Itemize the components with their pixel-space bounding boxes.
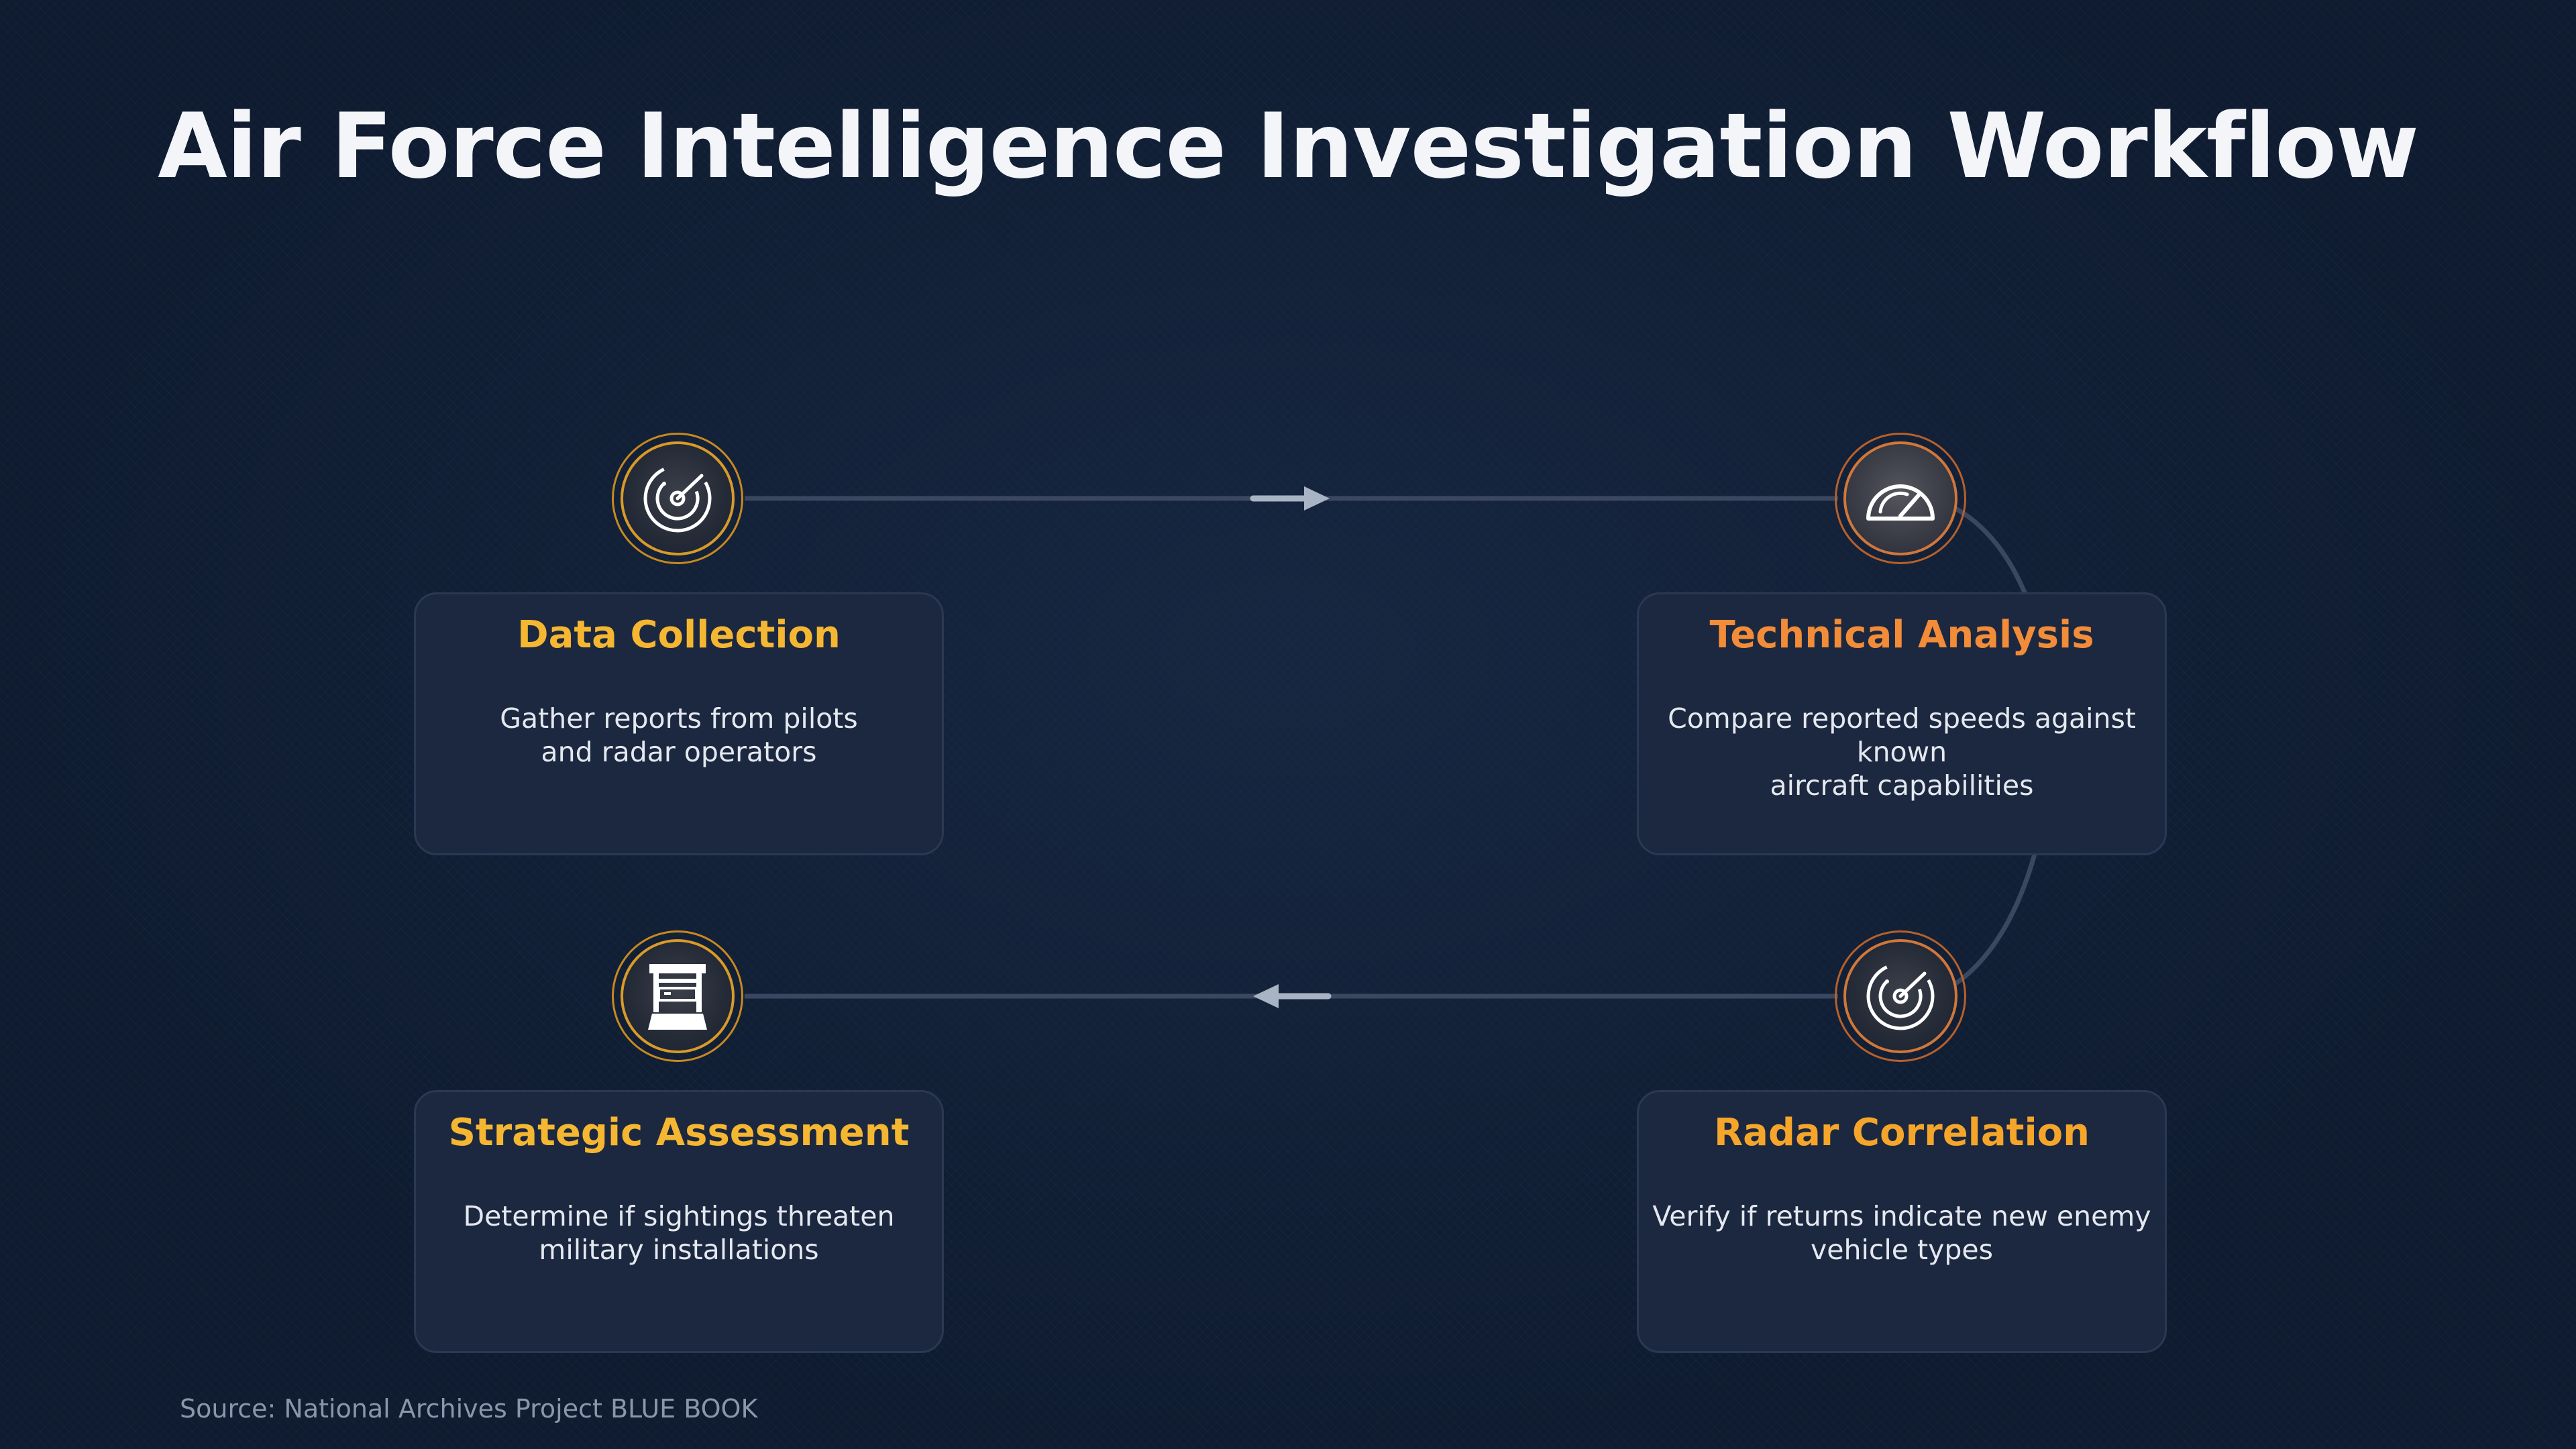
archive-cabinet-icon xyxy=(648,964,707,1030)
step-description: Compare reported speeds against known ai… xyxy=(1668,702,2136,802)
workflow-connectors xyxy=(745,486,2053,1008)
step-description: Gather reports from pilots and radar ope… xyxy=(500,702,858,768)
arrow-right-icon xyxy=(1250,486,1330,511)
step-heading: Technical Analysis xyxy=(1709,613,2094,657)
step-heading: Radar Correlation xyxy=(1714,1111,2090,1155)
step-node-strategic-assessment xyxy=(612,930,743,1062)
step-card-data-collection: Data Collection Gather reports from pilo… xyxy=(414,592,944,855)
speedometer-icon xyxy=(1866,484,1935,521)
step-node-technical-analysis xyxy=(1835,433,1966,564)
step-description: Determine if sightings threaten military… xyxy=(463,1200,895,1266)
radar-icon xyxy=(643,464,712,533)
step-card-radar-correlation: Radar Correlation Verify if returns indi… xyxy=(1637,1090,2167,1353)
source-note: Source: National Archives Project BLUE B… xyxy=(180,1394,758,1424)
step-card-strategic-assessment: Strategic Assessment Determine if sighti… xyxy=(414,1090,944,1353)
radar-icon xyxy=(1866,962,1935,1030)
step-card-technical-analysis: Technical Analysis Compare reported spee… xyxy=(1637,592,2167,855)
step-heading: Data Collection xyxy=(517,613,841,657)
arrow-left-icon xyxy=(1253,984,1332,1008)
step-node-radar-correlation xyxy=(1835,930,1966,1062)
step-node-data-collection xyxy=(612,433,743,564)
step-heading: Strategic Assessment xyxy=(448,1111,910,1155)
step-description: Verify if returns indicate new enemy veh… xyxy=(1652,1200,2151,1266)
